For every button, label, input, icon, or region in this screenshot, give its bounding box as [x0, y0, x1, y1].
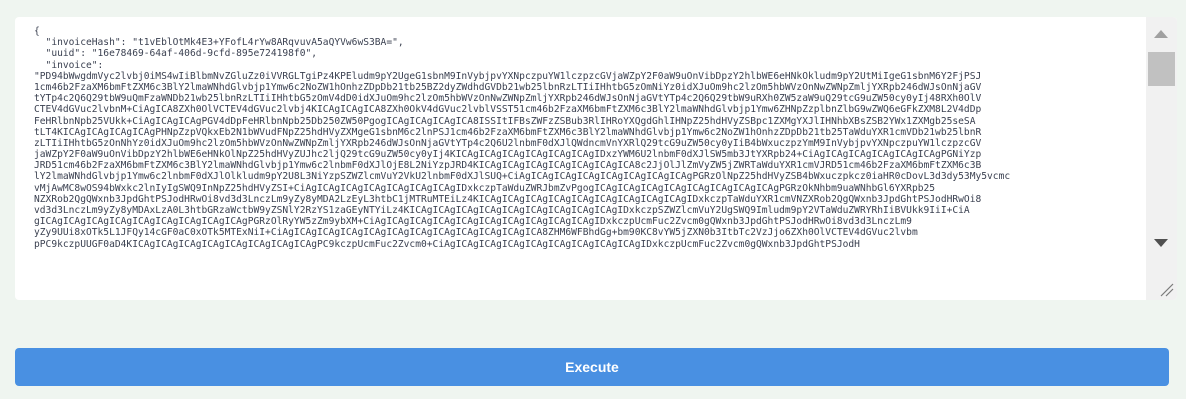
code-line: yZy9UUi8xOTk5L1JFQy14cGF0aC0xOTk5MTExNiI…	[34, 227, 918, 239]
code-line: JRD51cm46b2FzaXM6bmFtZXM6c3BlY2lmaWNhdGl…	[34, 160, 982, 172]
code-line: FeHRlbnNpb25VUkk+CiAgICAgICAgPGV4dDpFeHR…	[34, 115, 976, 127]
code-line: 1cm46b2FzaXM6bmFtZXM6c3BlY2lmaWNhdGlvbjp…	[34, 81, 982, 93]
vertical-scrollbar[interactable]	[1146, 17, 1177, 300]
request-body-content[interactable]: { "invoiceHash": "t1vEblOtMk4E3+YFofL4rY…	[34, 26, 1144, 300]
code-line: "invoice":	[34, 59, 104, 71]
code-line: vMjAwMC8wOS94bWxkc2lnIyIgSWQ9InNpZ25hdHV…	[34, 182, 936, 194]
execute-button[interactable]: Execute	[15, 348, 1169, 386]
code-line: "PD94bWwgdmVyc2lvbj0iMS4wIiBlbmNvZGluZz0…	[34, 70, 982, 82]
request-body-textarea[interactable]: { "invoiceHash": "t1vEblOtMk4E3+YFofL4rY…	[15, 17, 1177, 300]
code-line: {	[34, 26, 40, 37]
code-line: "invoiceHash": "t1vEblOtMk4E3+YFofL4rYw8…	[34, 37, 404, 49]
scroll-down-arrow-icon[interactable]	[1154, 239, 1168, 247]
code-line: "uuid": "16e78469-64af-406d-9cfd-895e724…	[34, 48, 318, 60]
code-line: tYTp4c2Q6Q29tbW9uQmFzaWNDb21wb25lbnRzLTI…	[34, 93, 982, 105]
resize-grip-icon[interactable]	[1160, 283, 1174, 297]
code-line: CTEV4dGVuc2lvbnM+CiAgICA8ZXh0OlVCTEV4dGV…	[34, 104, 982, 116]
code-line: NZXRob2QgQWxnb3JpdGhtPSJodHRwOi8vd3d3Lnc…	[34, 193, 982, 205]
code-line: zLTIiIHhtbG5zOnNhYz0idXJuOm9hc2lzOm5hbWV…	[34, 137, 982, 149]
scrollbar-thumb[interactable]	[1148, 52, 1175, 86]
code-line: tLT4KICAgICAgICAgICAgPHNpZzpVQkxEb2N1bWV…	[34, 126, 982, 138]
code-line: jaWZpY2F0aW9uOnVibDpzY2hlbWE6eHNkOlNpZ25…	[34, 149, 982, 161]
code-line: gICAgICAgICAgICAgICAgICAgICAgICAgICAgPGR…	[34, 216, 912, 228]
code-line: vd3d3LnczLm9yZy8yMDAxLzA0L3htbGRzaWctbW9…	[34, 205, 970, 216]
code-line: pPC9kczpUUGF0aD4KICAgICAgICAgICAgICAgICA…	[34, 238, 860, 250]
code-line: lY2lmaWNhdGlvbjp1Ymw6c2lnbmF0dXJlOlkludm…	[34, 171, 1011, 183]
request-body-panel: { "invoiceHash": "t1vEblOtMk4E3+YFofL4rY…	[0, 0, 1186, 399]
scroll-up-arrow-icon[interactable]	[1154, 30, 1168, 38]
